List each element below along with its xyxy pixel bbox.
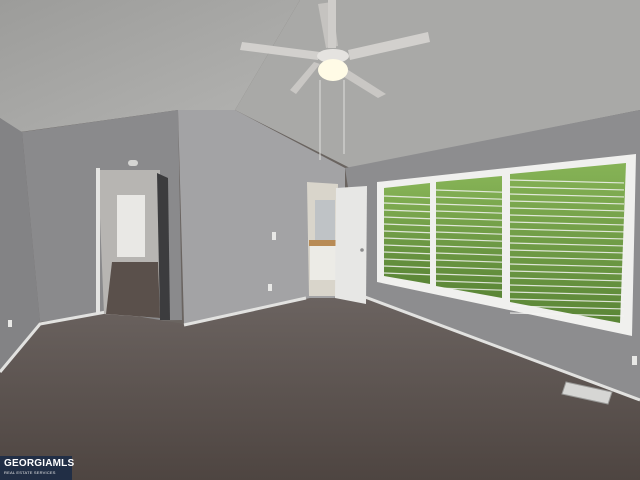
room-photo: GEORGIAMLS REAL ESTATE SERVICES — [0, 0, 640, 480]
hallway-door-frame — [96, 168, 100, 314]
wall-outlet — [268, 284, 272, 291]
fan-light-globe — [318, 59, 348, 81]
hallway-far-door — [117, 195, 145, 257]
watermark-brand: GEORGIAMLS — [4, 458, 75, 469]
hallway-carpet — [106, 262, 160, 318]
bathroom-mirror — [315, 200, 335, 240]
bathroom-vanity — [310, 244, 336, 280]
mls-watermark: GEORGIAMLS REAL ESTATE SERVICES — [0, 456, 75, 480]
smoke-detector — [128, 160, 138, 166]
wall-outlet — [8, 320, 12, 327]
vanity-countertop — [309, 240, 337, 246]
fan-downrod — [328, 0, 336, 48]
light-switch — [272, 232, 276, 240]
window-pane-center — [436, 176, 502, 298]
wall-outlet — [632, 356, 637, 365]
window-pane-left — [384, 183, 430, 284]
open-door-right — [335, 186, 367, 304]
watermark-tagline: REAL ESTATE SERVICES — [4, 470, 56, 475]
door-knob — [360, 248, 364, 252]
room-illustration — [0, 0, 640, 480]
